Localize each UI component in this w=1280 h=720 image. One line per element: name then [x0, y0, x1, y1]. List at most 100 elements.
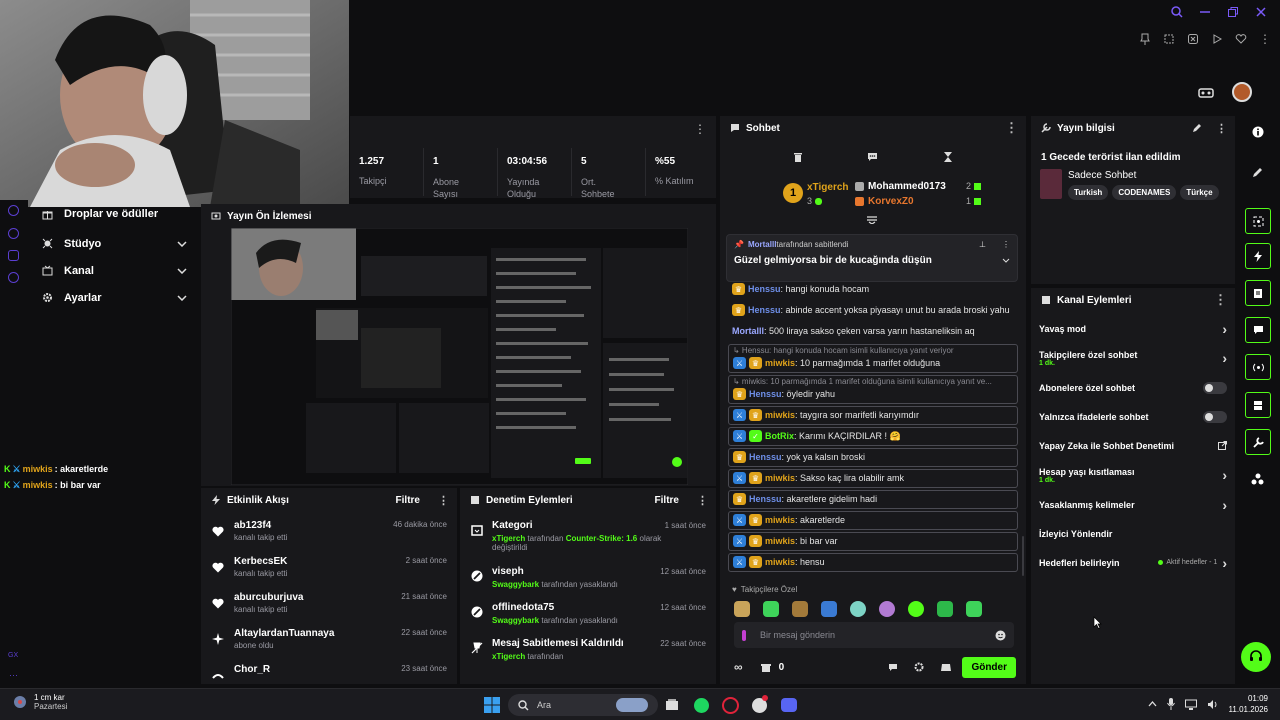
pencil-icon[interactable] [1252, 166, 1264, 178]
chat-username[interactable]: Henssu [749, 389, 782, 399]
more-icon[interactable]: ⋮ [1005, 121, 1018, 134]
edit-icon[interactable] [1192, 123, 1202, 133]
category-name[interactable]: Counter-Strike: 1.6 [566, 534, 638, 543]
send-button[interactable]: Gönder [962, 656, 1016, 678]
chat-username[interactable]: miwkis [765, 557, 795, 567]
activity-user[interactable]: KerbecsEK [234, 556, 287, 567]
clock[interactable]: 01:09 11.01.2026 [1229, 694, 1268, 714]
filter-button[interactable]: Filtre [655, 495, 679, 506]
minimize-icon[interactable] [1198, 5, 1212, 19]
rail-icon-4[interactable] [8, 272, 19, 283]
rail-moderation-icon[interactable] [1251, 473, 1264, 485]
tag[interactable]: Turkish [1068, 185, 1109, 200]
action-ai-moderation[interactable]: Yapay Zeka ile Sohbet Denetimi [1031, 431, 1235, 460]
rail-icon-3[interactable] [8, 250, 19, 261]
task-view-icon[interactable] [665, 698, 679, 712]
tag[interactable]: Türkçe [1180, 185, 1219, 200]
chat-message[interactable]: Mortalll: 500 liraya sakso çeken varsa y… [728, 323, 1018, 340]
chat-bubble-icon[interactable] [888, 663, 898, 672]
emote-icon[interactable] [908, 601, 924, 617]
chat-message[interactable]: ♛ Henssu: abinde accent yoksa piyasayı un… [728, 302, 1018, 319]
start-icon[interactable] [484, 697, 500, 713]
chat-username[interactable]: BotRix [765, 431, 794, 441]
leaderboard-third[interactable]: KorvexZ0 [855, 196, 914, 207]
opera-gx-icon[interactable] [722, 697, 739, 714]
sidebar-item-settings[interactable]: Ayarlar [32, 284, 197, 311]
chat-username[interactable]: miwkis [765, 536, 795, 546]
emote-icon[interactable] [821, 601, 837, 617]
microphone-icon[interactable] [1167, 698, 1175, 710]
moderation-item-title[interactable]: offlinedota75 [492, 602, 554, 613]
pinned-message[interactable]: 📌 Mortalll tarafından sabitlendi ⊥ ⋮ Güzel … [726, 234, 1018, 282]
chevron-up-icon[interactable] [1148, 701, 1157, 707]
chat-bubble-icon[interactable] [866, 150, 880, 164]
emote-picker-icon[interactable] [940, 662, 952, 673]
rail-chat-button[interactable] [1245, 317, 1271, 343]
chat-message[interactable]: ⚔ ✓ BotRix: Karımı KAÇIRDILAR ! 🤗 [728, 427, 1018, 446]
activity-user[interactable]: ab123f4 [234, 520, 287, 531]
avatar[interactable] [1232, 82, 1252, 102]
chat-message[interactable]: ⚔ ♛ miwkis: bi bar var [728, 532, 1018, 551]
action-account-age[interactable]: Hesap yaşı kısıtlaması 1 dk. › [1031, 460, 1235, 490]
action-emote-only[interactable]: Yalnızca ifadelerle sohbet [1031, 402, 1235, 431]
chat-username[interactable]: Henssu [748, 284, 781, 294]
rail-icon-2[interactable] [8, 228, 19, 239]
chat-message[interactable]: ⚔ ♛ miwkis: hensu [728, 553, 1018, 572]
infinity-icon[interactable]: ∞ [734, 660, 743, 674]
moderator-name[interactable]: xTigerch [492, 652, 525, 661]
activity-user[interactable]: Chor_R [234, 664, 270, 675]
volume-icon[interactable] [1207, 699, 1219, 710]
gear-icon[interactable] [914, 662, 924, 672]
emote-icon[interactable] [937, 601, 953, 617]
action-banned-words[interactable]: Yasaklanmış kelimeler › [1031, 490, 1235, 519]
sidebar-item-studio[interactable]: Stüdyo [32, 230, 197, 257]
more-icon[interactable]: ⋮ [1002, 240, 1010, 249]
chat-message[interactable]: ⚔ ♛ miwkis: taygıra sor marifetli karıyımd… [728, 406, 1018, 425]
more-icon[interactable]: ⋮ [1216, 122, 1227, 135]
chat-username[interactable]: miwkis [765, 358, 795, 368]
leaderboard-second[interactable]: Mohammed0173 [855, 181, 946, 192]
emote-icon[interactable] [792, 601, 808, 617]
leaderboard-first[interactable]: xTigerch [807, 182, 849, 193]
shield-icon[interactable] [1186, 32, 1200, 46]
emote-icon[interactable] [734, 601, 750, 617]
message-input[interactable]: Bir mesaj gönderin [734, 622, 1014, 648]
rail-wrench-button[interactable] [1245, 429, 1271, 455]
more-icon[interactable]: ⋮ [1214, 293, 1227, 306]
rail-preview-button[interactable] [1245, 208, 1271, 234]
chat-message[interactable]: ♛ Henssu: yok ya kalsın broski [728, 448, 1018, 467]
taskbar-search[interactable]: Ara [508, 694, 658, 716]
sidebar-item-drops[interactable]: Droplar ve ödüller [32, 204, 197, 224]
moderator-name[interactable]: xTigerch [492, 534, 525, 543]
chat-username[interactable]: miwkis [765, 515, 795, 525]
vr-icon[interactable] [1198, 86, 1214, 100]
chat-username[interactable]: Mortalll [732, 326, 764, 336]
activity-user[interactable]: AltaylardanTuannaya [234, 628, 334, 639]
subscribers-only-toggle[interactable] [1203, 381, 1227, 394]
chat-message[interactable]: ♛ Henssu: hangi konuda hocam [728, 281, 1018, 298]
trash-icon[interactable] [791, 150, 805, 164]
category-thumbnail[interactable] [1040, 169, 1062, 199]
emote-icon[interactable] [966, 601, 982, 617]
search-icon[interactable] [1170, 5, 1184, 19]
chat-username[interactable]: miwkis [765, 473, 795, 483]
support-button[interactable] [1241, 642, 1271, 672]
rail-stats-button[interactable] [1245, 392, 1271, 418]
weather-widget[interactable]: 1 cm kar Pazartesi [12, 693, 67, 711]
action-followers-only[interactable]: Takipçilere özel sohbet 1 dk. › [1031, 343, 1235, 373]
action-slow-mode[interactable]: Yavaş mod › [1031, 314, 1235, 343]
more-icon[interactable]: ⋮ [697, 494, 708, 507]
rail-broadcast-button[interactable] [1245, 354, 1271, 380]
chat-username[interactable]: miwkis [765, 410, 795, 420]
emote-icon[interactable] [879, 601, 895, 617]
discord-icon[interactable] [781, 698, 797, 712]
chat-username[interactable]: Henssu [748, 305, 781, 315]
chat-username[interactable]: Henssu [749, 494, 782, 504]
crop-icon[interactable] [1162, 32, 1176, 46]
hourglass-icon[interactable] [941, 150, 955, 164]
network-icon[interactable] [1185, 699, 1197, 710]
chat-username[interactable]: Henssu [749, 452, 782, 462]
category-name[interactable]: Sadece Sohbet [1068, 170, 1219, 181]
moderator-name[interactable]: Swaggybark [492, 616, 539, 625]
info-icon[interactable] [1252, 126, 1264, 138]
